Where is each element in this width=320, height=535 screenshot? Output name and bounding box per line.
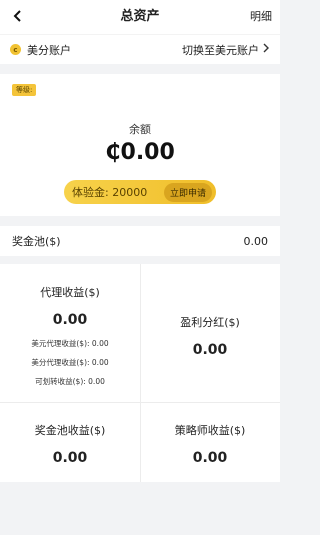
pool-income-title: 奖金池收益($)	[34, 424, 106, 437]
profit-share-value: 0.00	[192, 342, 228, 358]
details-link[interactable]: 明细	[250, 0, 272, 34]
profit-share-title: 盈利分红($)	[180, 316, 240, 329]
income-grid: 代理收益($) 0.00 美元代理收益($): 0.00 美分代理收益($): …	[0, 264, 280, 482]
account-name: 美分账户	[27, 43, 71, 57]
balance-amount: ₵0.00	[105, 140, 175, 165]
agent-income-title: 代理收益($)	[40, 286, 100, 299]
experience-fund-label: 体验金: 20000	[72, 186, 148, 199]
page-title: 总资产	[120, 9, 160, 24]
experience-fund-pill: 体验金: 20000 立即申请	[64, 180, 216, 204]
switch-account-label: 切换至美元账户	[182, 43, 259, 57]
profit-share-cell: 盈利分红($) 0.00	[140, 264, 280, 402]
apply-now-button[interactable]: 立即申请	[163, 182, 212, 202]
coin-icon: c	[10, 44, 21, 55]
account-row: c 美分账户 切换至美元账户	[0, 34, 280, 64]
cent-agent-income: 美分代理收益($): 0.00	[31, 358, 109, 367]
top-nav-bar: 总资产 明细	[0, 0, 280, 34]
balance-label: 余额	[129, 123, 151, 136]
agent-income-value: 0.00	[52, 312, 88, 328]
balance-card: 等级: 余额 ₵0.00 体验金: 20000 立即申请	[0, 74, 280, 216]
usd-agent-income: 美元代理收益($): 0.00	[31, 339, 109, 348]
strategist-income-title: 策略师收益($)	[174, 424, 246, 437]
level-badge: 等级:	[12, 84, 37, 96]
transferable-income: 可划转收益($): 0.00	[35, 377, 105, 386]
agent-income-cell: 代理收益($) 0.00 美元代理收益($): 0.00 美分代理收益($): …	[0, 264, 140, 402]
strategist-income-value: 0.00	[192, 450, 228, 466]
pool-income-cell: 奖金池收益($) 0.00	[0, 402, 140, 482]
bonus-pool-row: 奖金池($) 0.00	[0, 226, 280, 256]
pool-income-value: 0.00	[52, 450, 88, 466]
bonus-pool-value: 0.00	[243, 234, 269, 248]
agent-income-details: 美元代理收益($): 0.00 美分代理收益($): 0.00 可划转收益($)…	[0, 334, 140, 391]
switch-account-button[interactable]: 切换至美元账户	[182, 42, 270, 58]
chevron-right-icon	[263, 43, 270, 56]
bonus-pool-label: 奖金池($)	[12, 235, 61, 248]
strategist-income-cell: 策略师收益($) 0.00	[140, 402, 280, 482]
